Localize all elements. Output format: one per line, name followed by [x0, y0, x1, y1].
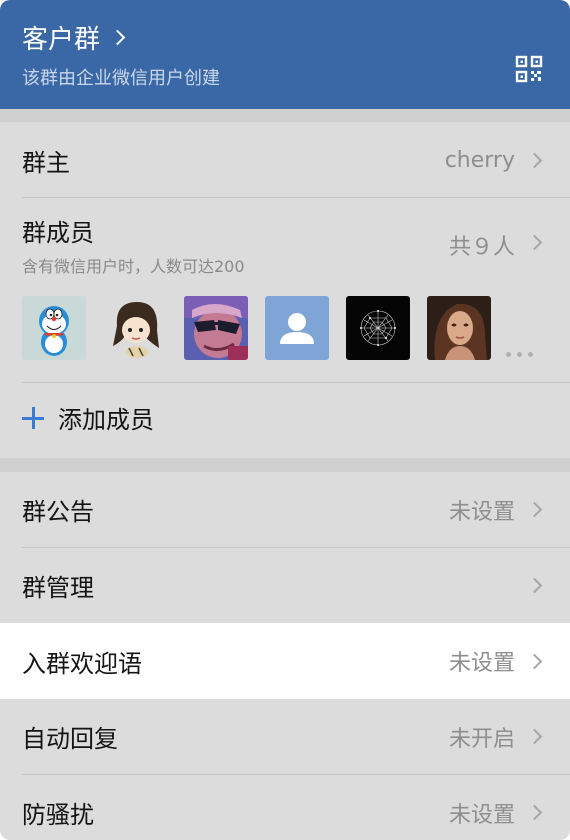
chevron-right-icon	[526, 234, 543, 251]
group-name-button[interactable]: 客户群	[22, 19, 126, 56]
avatar-woman-portrait[interactable]	[427, 296, 491, 360]
avatar-dark-network[interactable]	[346, 296, 410, 360]
announcement-label: 群公告	[22, 498, 94, 526]
anti-harassment-value: 未设置	[448, 802, 515, 828]
divider	[22, 197, 570, 198]
auto-reply-label: 自动回复	[22, 725, 118, 753]
plus-icon	[22, 406, 44, 429]
group-name: 客户群	[22, 25, 101, 55]
management-label: 群管理	[22, 574, 94, 602]
section-gap	[0, 458, 570, 472]
row-management[interactable]: 群管理	[0, 548, 570, 623]
chevron-right-icon	[526, 577, 543, 594]
add-member-label: 添加成员	[58, 406, 154, 434]
group-info-panel: 客户群 该群由企业微信用户创建 群主 cherry 群成员 共９人 含有微信用户…	[0, 0, 570, 840]
row-anti-harassment[interactable]: 防骚扰 未设置	[0, 775, 570, 840]
divider	[22, 382, 570, 383]
members-note: 含有微信用户时，人数可达200	[22, 257, 245, 276]
chevron-right-icon	[526, 653, 543, 669]
add-member-button[interactable]: 添加成员	[22, 400, 154, 435]
owner-label: 群主	[22, 148, 70, 177]
qr-code-icon[interactable]	[515, 55, 543, 83]
section-gap	[0, 109, 570, 122]
chevron-right-icon	[526, 501, 543, 518]
chevron-right-icon	[526, 728, 543, 745]
row-welcome-message[interactable]: 入群欢迎语 未设置	[0, 623, 570, 699]
group-header: 客户群 该群由企业微信用户创建	[0, 0, 570, 109]
owner-value: cherry	[444, 147, 515, 173]
avatar-doraemon[interactable]	[22, 296, 86, 360]
owner-row[interactable]: 群主 cherry	[0, 122, 570, 198]
dot	[528, 352, 533, 357]
welcome-message-value: 未设置	[448, 651, 515, 676]
welcome-message-label: 入群欢迎语	[22, 649, 142, 678]
dot	[517, 352, 522, 357]
member-avatars	[22, 296, 491, 360]
members-label: 群成员	[22, 219, 94, 247]
avatar-cartoon-girl[interactable]	[103, 296, 167, 360]
more-members-icon[interactable]	[506, 352, 533, 357]
avatar-sunglasses-man[interactable]	[184, 296, 248, 360]
row-announcement[interactable]: 群公告 未设置	[0, 472, 570, 547]
avatar-default-person[interactable]	[265, 296, 329, 360]
members-count: 共９人	[448, 235, 515, 260]
chevron-right-icon	[526, 152, 543, 168]
chevron-right-icon	[109, 29, 126, 46]
auto-reply-value: 未开启	[448, 726, 515, 752]
chevron-right-icon	[526, 804, 543, 821]
dot	[506, 352, 511, 357]
anti-harassment-label: 防骚扰	[22, 801, 94, 829]
group-subtitle: 该群由企业微信用户创建	[22, 68, 220, 89]
row-auto-reply[interactable]: 自动回复 未开启	[0, 699, 570, 774]
announcement-value: 未设置	[448, 499, 515, 525]
